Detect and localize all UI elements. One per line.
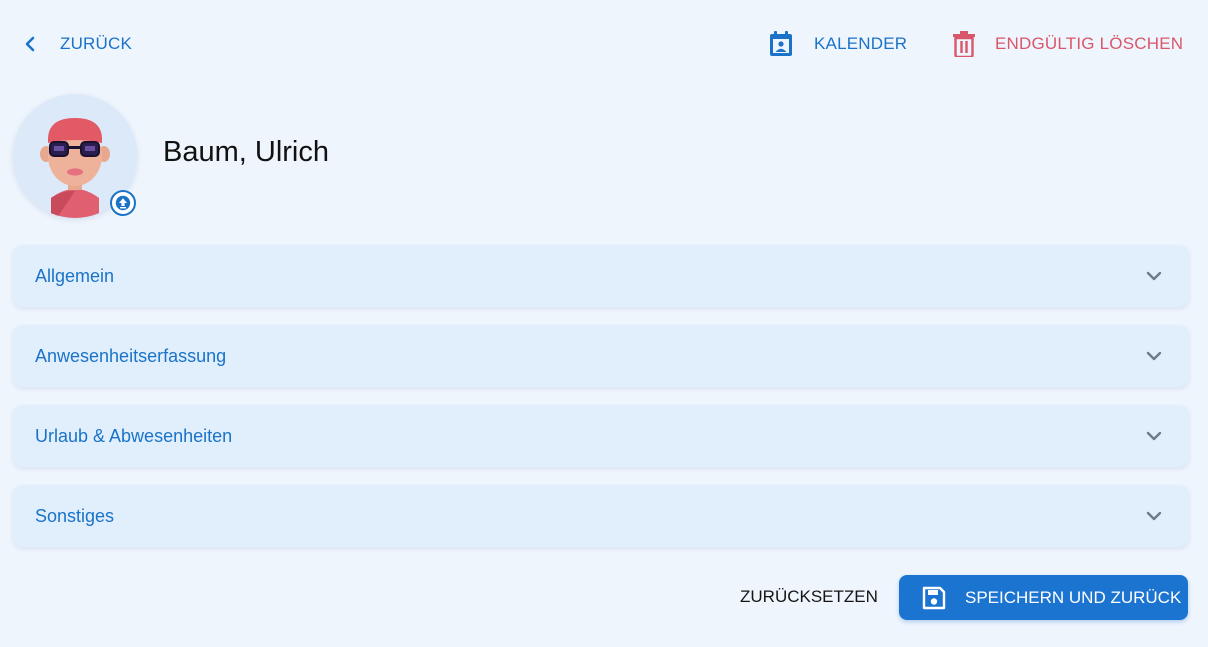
save-label: Speichern und zurück bbox=[965, 587, 1182, 607]
chevron-down-icon bbox=[1144, 266, 1164, 286]
section-vacation-absences[interactable]: Urlaub & Abwesenheiten bbox=[13, 405, 1189, 467]
calendar-button[interactable]: Kalender bbox=[768, 28, 907, 60]
section-label: Allgemein bbox=[35, 265, 115, 286]
section-label: Sonstiges bbox=[35, 505, 115, 526]
back-label: Zurück bbox=[60, 34, 133, 53]
chevron-down-icon bbox=[1144, 506, 1164, 526]
top-bar: Zurück Kalender bbox=[0, 0, 1208, 88]
chevron-down-icon bbox=[1144, 426, 1164, 446]
section-label: Urlaub & Abwesenheiten bbox=[35, 425, 233, 446]
delete-permanently-button[interactable]: Endgültig löschen bbox=[952, 28, 1183, 60]
section-general[interactable]: Allgemein bbox=[13, 245, 1189, 307]
section-other[interactable]: Sonstiges bbox=[13, 485, 1189, 547]
back-button[interactable]: Zurück bbox=[20, 28, 132, 60]
reset-button[interactable]: Zurücksetzen bbox=[726, 580, 892, 614]
employee-detail-page: Zurück Kalender bbox=[0, 0, 1208, 647]
trash-icon bbox=[952, 30, 976, 58]
chevron-down-icon bbox=[1144, 346, 1164, 366]
section-label: Anwesenheitserfassung bbox=[35, 345, 227, 366]
chevron-left-icon bbox=[20, 34, 40, 54]
floppy-disk-icon bbox=[921, 585, 947, 611]
calendar-label: Kalender bbox=[814, 34, 908, 53]
delete-label: Endgültig löschen bbox=[995, 34, 1184, 53]
reset-label: Zurücksetzen bbox=[740, 587, 878, 606]
save-and-back-button[interactable]: Speichern und zurück bbox=[899, 575, 1188, 620]
calendar-person-icon bbox=[768, 30, 794, 58]
section-attendance[interactable]: Anwesenheitserfassung bbox=[13, 325, 1189, 387]
upload-icon[interactable] bbox=[110, 190, 136, 216]
employee-name: Baum, Ulrich bbox=[163, 136, 329, 168]
